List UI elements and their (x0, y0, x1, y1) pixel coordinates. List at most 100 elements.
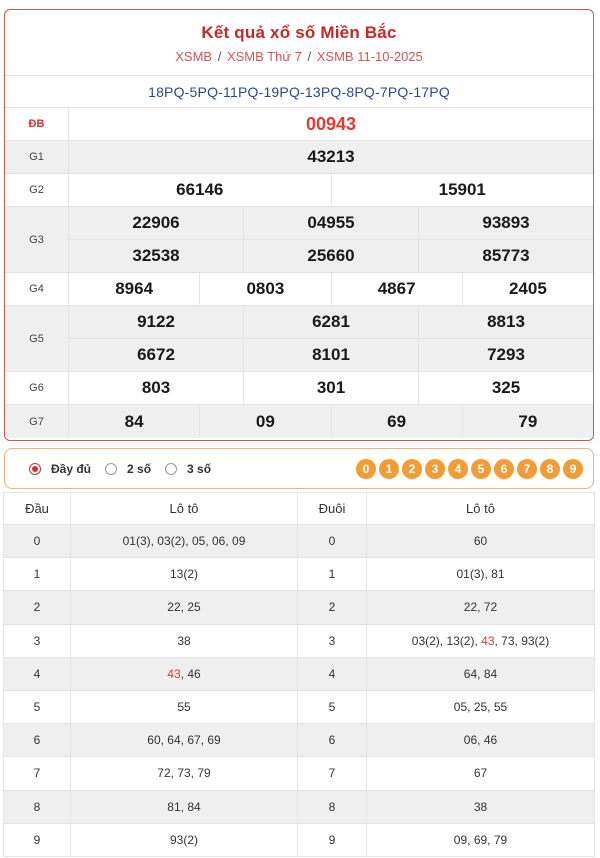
table-row: 5 55 5 05, 25, 55 (3, 689, 595, 725)
breadcrumb-xsmb[interactable]: XSMB (175, 49, 212, 64)
cell-duoi: 2 (297, 590, 367, 625)
prize-row: G6 803 301 325 (5, 372, 593, 405)
prize-cells: 66146 15901 (69, 174, 593, 206)
radio-icon[interactable] (29, 462, 41, 475)
cell-duoi: 4 (297, 656, 367, 691)
prize-cells: 9122 6281 8813 6672 8101 7293 (69, 306, 593, 371)
prize-number: 66146 (176, 180, 224, 199)
prize-label: G4 (5, 273, 69, 305)
radio-icon[interactable] (105, 462, 118, 475)
table-row: 4 43, 46 4 64, 84 (3, 656, 595, 691)
display-option[interactable]: Đầy đủ (29, 462, 91, 476)
prize-label: ĐB (5, 108, 69, 140)
cell-duoi: 9 (297, 822, 367, 857)
cell-dau: 1 (3, 557, 71, 592)
cell-dau: 8 (3, 789, 71, 824)
prize-number: 25660 (243, 240, 418, 272)
digit-filter-button[interactable]: 8 (540, 459, 560, 479)
cell-duoi: 0 (297, 523, 367, 559)
prize-line: 32538 25660 85773 (69, 239, 593, 272)
cell-dau-loto: 72, 73, 79 (70, 756, 298, 791)
cell-dau-loto: 01(3), 03(2), 05, 06, 09 (70, 523, 298, 559)
prize-line: 84 09 69 79 (69, 405, 593, 438)
prize-number: 6281 (243, 306, 418, 338)
prize-number: 8101 (243, 339, 418, 371)
prize-number: 0803 (199, 273, 330, 305)
prize-codes: 18PQ-5PQ-11PQ-19PQ-13PQ-8PQ-7PQ-17PQ (5, 76, 593, 108)
cell-dau-loto: 43, 46 (70, 656, 298, 691)
radio-icon[interactable] (165, 462, 178, 475)
prize-number: 69 (330, 405, 462, 438)
digit-filter-button[interactable]: 4 (448, 459, 468, 479)
prize-label: G7 (5, 405, 69, 438)
display-option-label: Đầy đủ (51, 461, 92, 476)
breadcrumb-xsmb-weekday[interactable]: XSMB Thứ 7 (227, 49, 302, 64)
highlighted-number: 43 (481, 633, 495, 648)
cell-dau: 9 (3, 822, 71, 857)
cell-dau: 6 (3, 723, 71, 758)
table-row: 8 81, 84 8 38 (3, 789, 595, 824)
prize-line: 43213 (69, 141, 593, 173)
digit-filter-button[interactable]: 3 (425, 459, 445, 479)
digit-filter-button[interactable]: 7 (517, 459, 537, 479)
cell-duoi-loto: 38 (366, 789, 595, 824)
cell-dau: 5 (3, 689, 71, 725)
table-row: 3 38 3 03(2), 13(2), 43, 73, 93(2) (3, 623, 595, 658)
prize-row: G7 84 09 69 79 (5, 405, 593, 438)
loto-table-body: 0 01(3), 03(2), 05, 06, 09 0 60 1 13(2) 1 01(3)… (3, 523, 595, 857)
cell-duoi-loto: 67 (366, 756, 595, 791)
cell-duoi-loto: 05, 25, 55 (366, 689, 595, 725)
cell-dau-loto: 81, 84 (70, 789, 298, 824)
cell-dau-loto: 60, 64, 67, 69 (70, 723, 298, 758)
table-row: 7 72, 73, 79 7 67 (3, 756, 595, 791)
cell-dau-loto: 55 (70, 689, 298, 725)
digit-filter-button[interactable]: 0 (356, 459, 376, 479)
prize-row: G4 8964 0803 4867 2405 (5, 273, 593, 306)
display-option-label: 3 số (187, 461, 212, 476)
cell-dau-loto: 22, 25 (70, 590, 298, 625)
prize-line: 66146 15901 (69, 174, 593, 206)
digit-filter-button[interactable]: 6 (494, 459, 514, 479)
breadcrumb-xsmb-date[interactable]: XSMB 11-10-2025 (317, 49, 423, 64)
digit-filter-button[interactable]: 5 (471, 459, 491, 479)
prize-label: G1 (5, 141, 69, 173)
display-option[interactable]: 2 số (105, 462, 151, 476)
prize-number: 85773 (418, 240, 593, 272)
prize-label: G5 (5, 306, 69, 371)
digit-filter-button[interactable]: 1 (379, 459, 399, 479)
cell-duoi: 6 (297, 723, 367, 758)
cell-duoi: 1 (297, 557, 367, 592)
cell-dau: 3 (3, 623, 71, 658)
prize-cells: 22906 04955 93893 32538 25660 85773 (69, 207, 593, 272)
loto-header-row: Đầu Lô tô Đuôi Lô tô (3, 492, 595, 525)
special-prize-number: 00943 (305, 113, 357, 134)
prize-number: 09 (199, 405, 330, 438)
prize-cells: 803 301 325 (69, 372, 593, 404)
prize-number: 325 (418, 372, 593, 404)
prize-line: 803 301 325 (69, 372, 593, 404)
display-options: Đầy đủ 2 số 3 số (29, 462, 225, 476)
cell-duoi: 7 (297, 756, 367, 791)
digit-filter-button[interactable]: 2 (402, 459, 422, 479)
cell-duoi-loto: 01(3), 81 (366, 557, 595, 592)
prize-number: 04955 (243, 207, 418, 239)
prize-number: 43213 (307, 147, 355, 166)
breadcrumb-separator: / (307, 49, 312, 64)
cell-dau-loto: 93(2) (70, 822, 298, 857)
digit-filter-button[interactable]: 9 (563, 459, 583, 479)
cell-duoi-loto: 06, 46 (366, 723, 595, 758)
results-panel: Kết quả xổ số Miền Bắc XSMB / XSMB Thứ 7… (4, 9, 594, 441)
page-title: Kết quả xổ số Miền Bắc (201, 23, 397, 42)
prize-cells: 84 09 69 79 (69, 405, 593, 438)
prize-number: 2405 (461, 273, 593, 305)
loto-table: Đầu Lô tô Đuôi Lô tô 0 01(3), 03(2), 05, … (3, 492, 595, 857)
prize-number: 8964 (115, 279, 154, 298)
prize-number: 7293 (418, 339, 593, 371)
digit-filter-group: 0123456789 (353, 459, 583, 479)
display-option[interactable]: 3 số (165, 462, 211, 476)
cell-dau: 4 (3, 656, 71, 691)
display-options-bar: Đầy đủ 2 số 3 số 0123456789 (4, 448, 594, 489)
table-row: 1 13(2) 1 01(3), 81 (3, 557, 595, 592)
prize-line: 9122 6281 8813 (69, 306, 593, 338)
prize-label: G6 (5, 372, 69, 404)
